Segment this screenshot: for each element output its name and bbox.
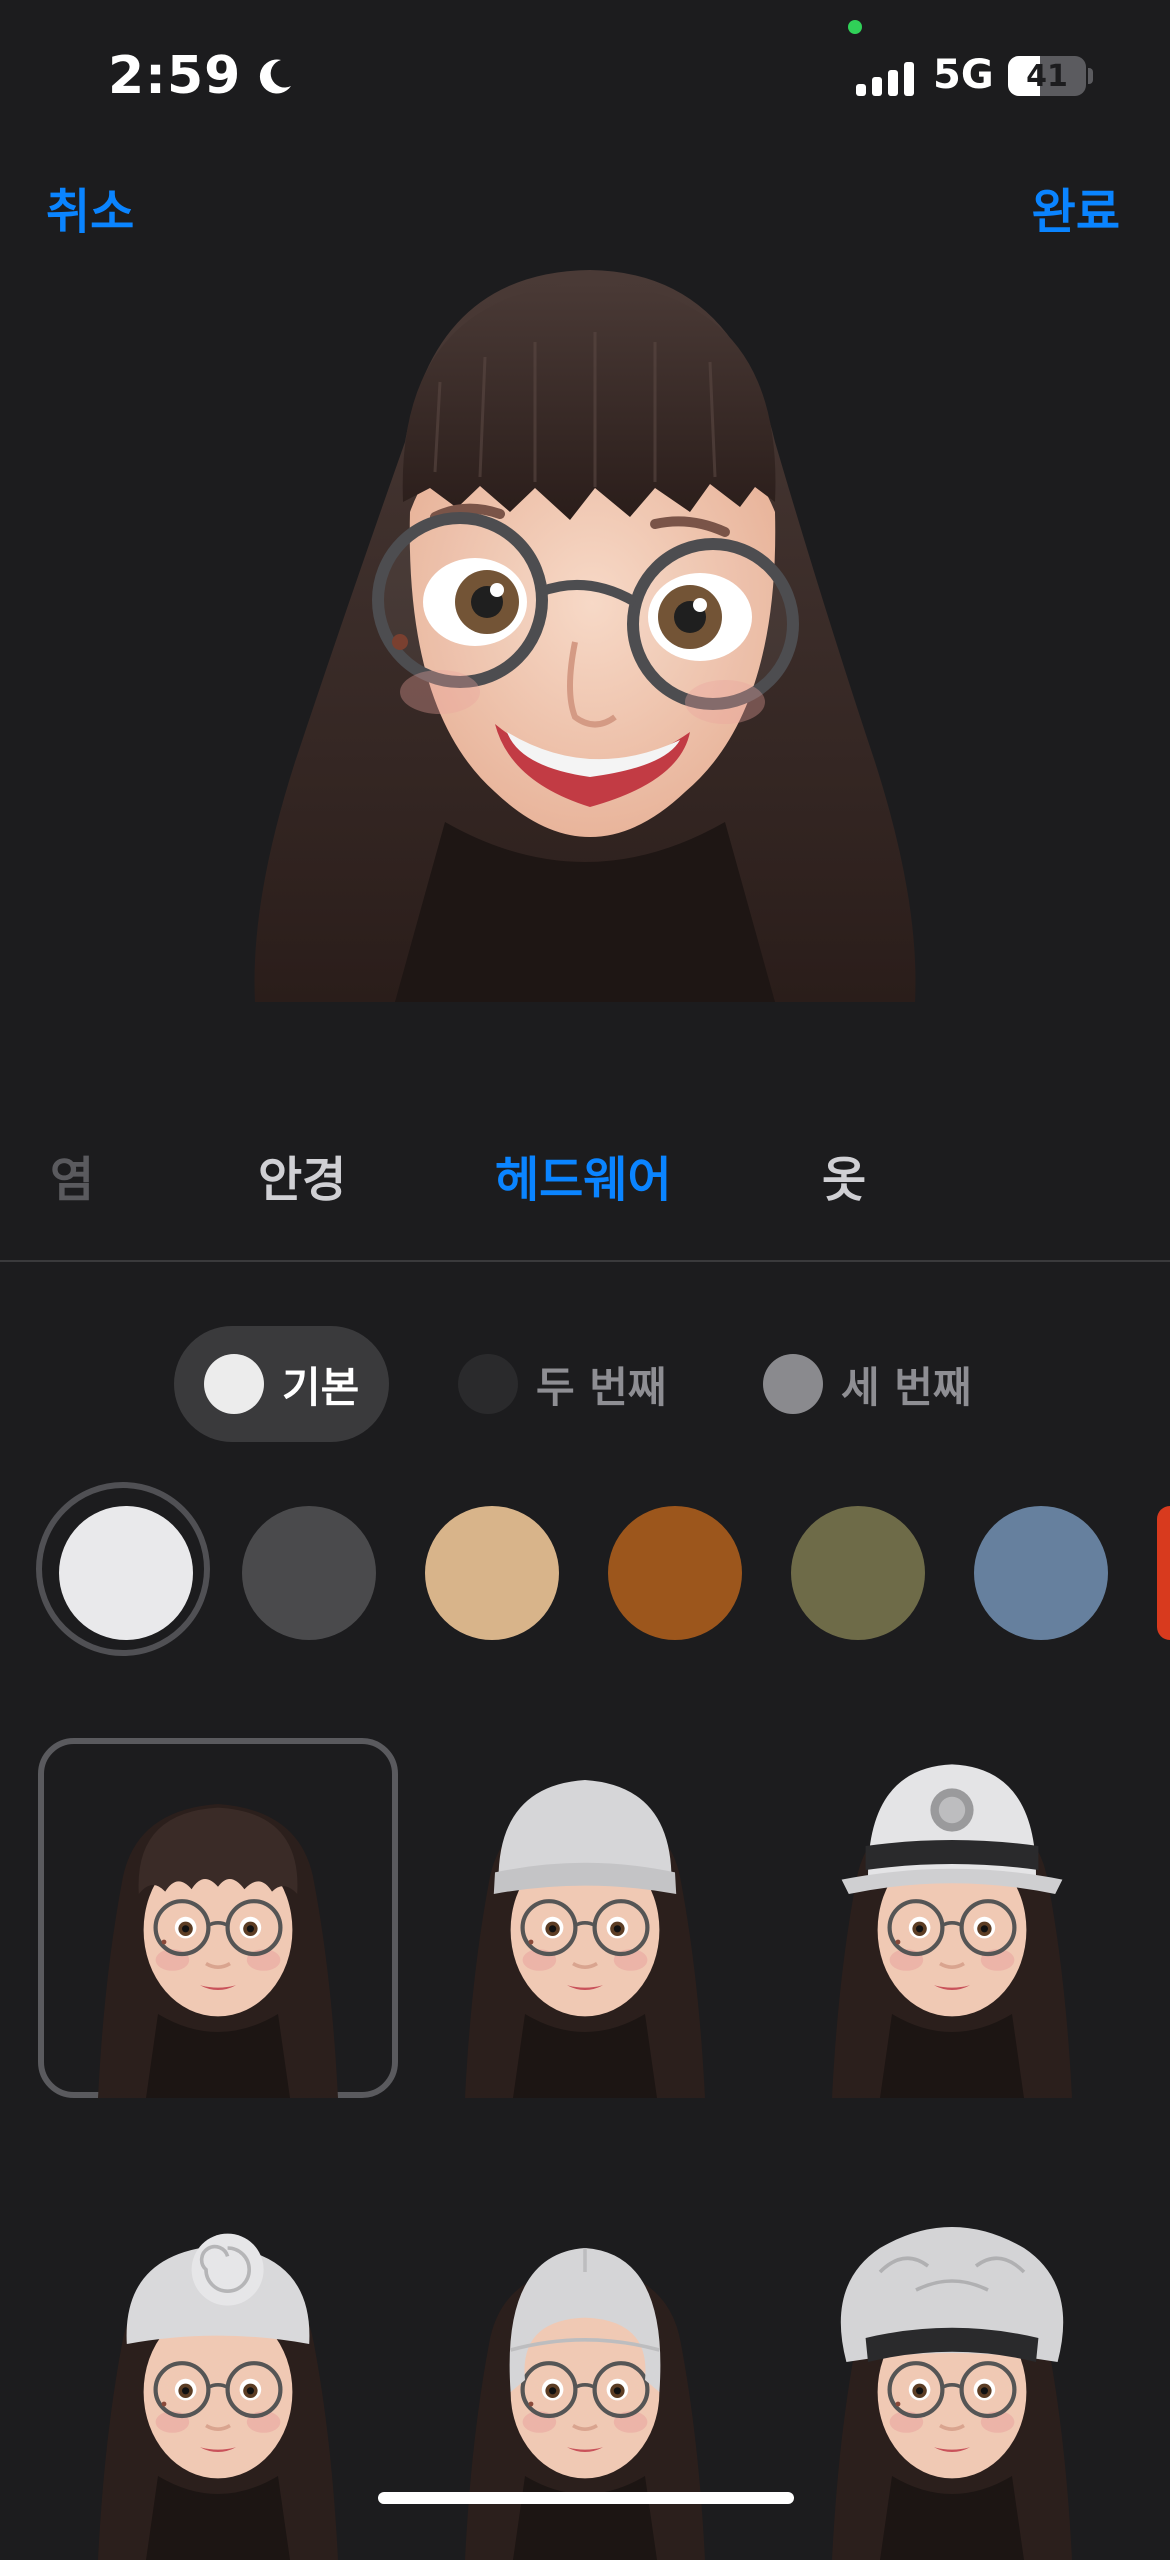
color-slot-label: 세 번째 [841, 1362, 972, 1412]
status-time: 2:59 [108, 46, 295, 106]
color-swatch-dark-gray[interactable] [242, 1506, 376, 1640]
headwear-option-beanie[interactable] [405, 1738, 765, 2098]
network-type: 5G [933, 52, 994, 98]
color-slot-label: 기본 [282, 1362, 360, 1412]
color-swatch-olive[interactable] [791, 1506, 925, 1640]
tab-eyebrows-partial[interactable]: 염 [50, 1140, 94, 1210]
headwear-option-bouffant-cap[interactable] [772, 2200, 1132, 2560]
color-slot-second[interactable]: 두 번째 [428, 1326, 697, 1442]
color-swatch-tan[interactable] [425, 1506, 559, 1640]
memoji-preview[interactable] [235, 262, 935, 1002]
home-indicator[interactable] [378, 2492, 794, 2504]
color-slot-dot [458, 1354, 518, 1414]
headwear-option-turban[interactable] [38, 2200, 398, 2560]
do-not-disturb-moon-icon [260, 59, 292, 94]
color-slot-third[interactable]: 세 번째 [733, 1326, 1002, 1442]
color-slot-label: 두 번째 [536, 1362, 667, 1412]
camera-in-use-indicator [848, 20, 862, 34]
done-button[interactable]: 완료 [1032, 172, 1120, 242]
battery-icon: 41 [1008, 56, 1086, 96]
battery-percent: 41 [1026, 58, 1068, 94]
tab-glasses[interactable]: 안경 [258, 1140, 346, 1210]
cancel-button[interactable]: 취소 [46, 172, 134, 242]
color-slot-primary[interactable]: 기본 [174, 1326, 390, 1442]
color-swatch-brown[interactable] [608, 1506, 742, 1640]
color-swatch-white[interactable] [59, 1506, 193, 1640]
color-swatch-red-partial[interactable] [1157, 1506, 1170, 1640]
color-swatch-blue[interactable] [974, 1506, 1108, 1640]
tab-clothes[interactable]: 옷 [822, 1140, 866, 1210]
headwear-option-skull-cap[interactable] [405, 2200, 765, 2560]
cellular-signal-icon [856, 62, 914, 96]
color-slot-dot [204, 1354, 264, 1414]
tab-headwear[interactable]: 헤드웨어 [495, 1140, 672, 1210]
battery-tip [1088, 68, 1093, 84]
tabs-divider [0, 1260, 1170, 1262]
headwear-option-none[interactable] [38, 1738, 398, 2098]
headwear-option-helmet[interactable] [772, 1738, 1132, 2098]
color-slot-dot [763, 1354, 823, 1414]
